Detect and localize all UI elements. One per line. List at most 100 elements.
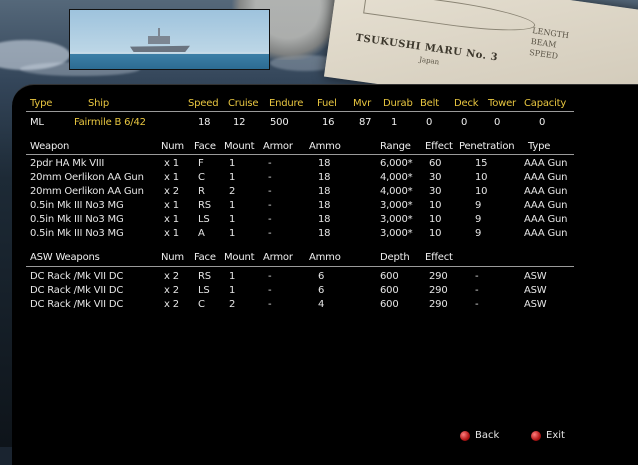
- col-mount: Mount: [224, 141, 255, 152]
- asw-type: ASW: [524, 285, 547, 296]
- weapon-range: 6,000*: [380, 158, 413, 169]
- blueprint-specs: LENGTH BEAM SPEED: [528, 26, 570, 61]
- asw-armor: -: [268, 285, 272, 296]
- value-capacity: 0: [539, 117, 546, 128]
- weapon-armor: -: [268, 200, 272, 211]
- col-asw-depth: Depth: [380, 252, 410, 263]
- asw-mount: 1: [229, 271, 236, 282]
- value-endure: 500: [270, 117, 289, 128]
- weapon-num: x 1: [164, 214, 179, 225]
- weapon-effect: 10: [429, 200, 442, 211]
- back-button[interactable]: Back: [460, 430, 499, 441]
- exit-button-label[interactable]: Exit: [546, 430, 565, 441]
- exit-button-icon[interactable]: [531, 430, 541, 441]
- asw-effect: 290: [429, 285, 448, 296]
- col-asw-effect: Effect: [425, 252, 453, 263]
- weapon-type: AAA Gun: [524, 186, 568, 197]
- weapon-type: AAA Gun: [524, 200, 568, 211]
- header-tower: Tower: [488, 98, 516, 109]
- asw-name: DC Rack /Mk VII DC: [30, 299, 124, 310]
- ship-photo: [69, 9, 270, 70]
- weapon-pen: 10: [475, 172, 488, 183]
- back-button-icon[interactable]: [460, 430, 470, 441]
- weapon-num: x 2: [164, 186, 179, 197]
- weapon-num: x 1: [164, 200, 179, 211]
- asw-pen: -: [475, 299, 479, 310]
- header-capacity: Capacity: [524, 98, 567, 109]
- exit-button[interactable]: Exit: [531, 430, 565, 441]
- weapon-name: 20mm Oerlikon AA Gun: [30, 172, 144, 183]
- value-mvr: 87: [359, 117, 372, 128]
- weapon-range: 3,000*: [380, 214, 413, 225]
- weapons-divider: [26, 154, 574, 155]
- value-deck: 0: [461, 117, 468, 128]
- value-tower: 0: [494, 117, 501, 128]
- weapon-face: LS: [198, 214, 210, 225]
- value-ship: Fairmile B 6/42: [74, 117, 146, 128]
- asw-effect: 290: [429, 299, 448, 310]
- weapon-ammo: 18: [318, 228, 331, 239]
- weapon-range: 4,000*: [380, 186, 413, 197]
- value-speed: 18: [198, 117, 211, 128]
- weapon-mount: 1: [229, 200, 236, 211]
- weapon-ammo: 18: [318, 172, 331, 183]
- header-durab: Durab: [383, 98, 413, 109]
- asw-ammo: 4: [318, 299, 325, 310]
- weapon-mount: 1: [229, 228, 236, 239]
- weapon-name: 0.5in Mk III No3 MG: [30, 200, 124, 211]
- col-face: Face: [194, 141, 216, 152]
- weapon-armor: -: [268, 228, 272, 239]
- ship-mast-image: [158, 28, 160, 37]
- col-asw-ammo: Ammo: [309, 252, 341, 263]
- header-deck: Deck: [454, 98, 479, 109]
- col-weapon: Weapon: [30, 141, 70, 152]
- weapon-mount: 2: [229, 186, 236, 197]
- asw-name: DC Rack /Mk VII DC: [30, 285, 124, 296]
- header-endure: Endure: [269, 98, 304, 109]
- weapon-range: 3,000*: [380, 228, 413, 239]
- blueprint-hull-outline: [363, 0, 537, 38]
- asw-type: ASW: [524, 271, 547, 282]
- weapon-type: AAA Gun: [524, 214, 568, 225]
- weapon-pen: 15: [475, 158, 488, 169]
- weapon-face: C: [198, 172, 205, 183]
- weapon-armor: -: [268, 186, 272, 197]
- weapon-ammo: 18: [318, 214, 331, 225]
- weapon-mount: 1: [229, 214, 236, 225]
- header-divider: [26, 111, 574, 112]
- weapon-pen: 9: [475, 228, 482, 239]
- asw-mount: 1: [229, 285, 236, 296]
- weapon-name: 0.5in Mk III No3 MG: [30, 228, 124, 239]
- col-asw-weapon: ASW Weapons: [30, 252, 100, 263]
- weapon-range: 4,000*: [380, 172, 413, 183]
- weapon-effect: 10: [429, 228, 442, 239]
- weapon-name: 20mm Oerlikon AA Gun: [30, 186, 144, 197]
- weapon-face: R: [198, 186, 205, 197]
- col-asw-mount: Mount: [224, 252, 255, 263]
- asw-face: RS: [198, 271, 211, 282]
- weapon-type: AAA Gun: [524, 172, 568, 183]
- back-button-label[interactable]: Back: [475, 430, 499, 441]
- asw-depth: 600: [380, 285, 399, 296]
- header-ship: Ship: [88, 98, 110, 109]
- header-speed: Speed: [188, 98, 219, 109]
- asw-ammo: 6: [318, 271, 325, 282]
- weapon-armor: -: [268, 158, 272, 169]
- asw-num: x 2: [164, 285, 179, 296]
- col-range: Range: [380, 141, 411, 152]
- asw-divider: [26, 266, 574, 267]
- value-fuel: 16: [322, 117, 335, 128]
- weapon-name: 2pdr HA Mk VIII: [30, 158, 105, 169]
- col-asw-face: Face: [194, 252, 216, 263]
- weapon-effect: 30: [429, 186, 442, 197]
- weapon-mount: 1: [229, 158, 236, 169]
- weapon-effect: 10: [429, 214, 442, 225]
- header-fuel: Fuel: [317, 98, 337, 109]
- weapon-type: AAA Gun: [524, 228, 568, 239]
- asw-pen: -: [475, 285, 479, 296]
- asw-num: x 2: [164, 299, 179, 310]
- value-cruise: 12: [233, 117, 246, 128]
- col-num: Num: [161, 141, 184, 152]
- weapon-armor: -: [268, 214, 272, 225]
- asw-effect: 290: [429, 271, 448, 282]
